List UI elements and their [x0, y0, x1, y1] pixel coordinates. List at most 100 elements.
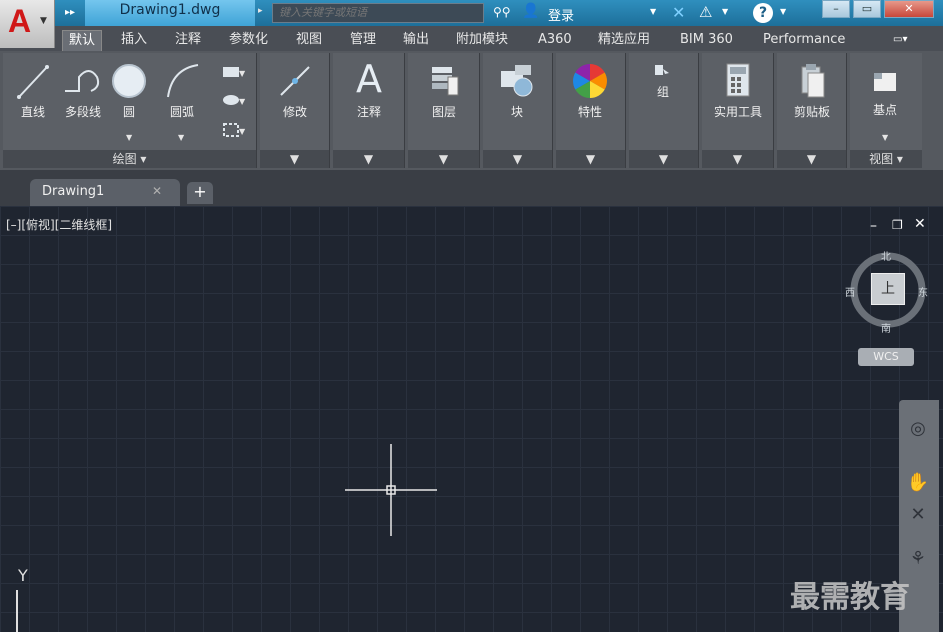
drawing-canvas[interactable]: [–][俯视][二维线框] – ❐ ✕ 北 西 东 南 上 WCS ◎ ✋ ✕ … [0, 206, 943, 632]
utilities-label: 实用工具 [713, 105, 762, 119]
exchange-apps-icon[interactable]: ✕ [672, 3, 685, 22]
utilities-panel-footer[interactable]: ▼ [702, 150, 773, 168]
tab-annotate[interactable]: 注释 [169, 30, 207, 51]
annotation-label: 注释 [356, 105, 381, 119]
modify-tool[interactable]: 修改 [270, 61, 320, 120]
clipboard-panel[interactable]: 剪贴板 ▼ [777, 53, 847, 168]
quick-access-more-icon[interactable]: ▸▸ [58, 4, 82, 22]
a360-chevron-down-icon[interactable]: ▼ [722, 7, 728, 16]
annotation-panel[interactable]: A 注释 ▼ [333, 53, 405, 168]
user-icon[interactable]: 👤 [522, 3, 539, 21]
viewcube-south[interactable]: 南 [881, 320, 891, 335]
circle-tool[interactable]: 圆 ▼ [107, 61, 151, 142]
clipboard-panel-footer[interactable]: ▼ [777, 150, 846, 168]
base-point-label: 基点 [872, 103, 897, 117]
annotation-panel-footer[interactable]: ▼ [333, 150, 404, 168]
groups-panel[interactable]: 组 ▼ [629, 53, 699, 168]
properties-panel[interactable]: 特性 ▼ [556, 53, 626, 168]
tab-performance[interactable]: Performance [757, 30, 851, 51]
base-point-tool[interactable]: 基点 ▼ [856, 65, 914, 142]
viewcube-top-face[interactable]: 上 [871, 273, 905, 305]
block-panel[interactable]: 块 ▼ [483, 53, 553, 168]
viewport-controls-label[interactable]: [–][俯视][二维线框] [6, 216, 112, 233]
boundary-chevron-down-icon[interactable]: ▼ [239, 127, 245, 136]
viewcube-west[interactable]: 西 [845, 284, 855, 299]
hatch-chevron-down-icon[interactable]: ▼ [239, 97, 245, 106]
circle-chevron-down-icon[interactable]: ▼ [126, 133, 132, 142]
tab-parametric[interactable]: 参数化 [223, 30, 274, 51]
layers-tool[interactable]: 图层 [418, 61, 470, 120]
properties-tool[interactable]: 特性 [564, 61, 616, 120]
tab-output[interactable]: 输出 [397, 30, 435, 51]
groups-tool[interactable]: 组 [637, 61, 689, 100]
boundary-tool[interactable]: ▼ [211, 121, 251, 142]
draw-panel: 直线 多段线 圆 ▼ 圆弧 ▼ ▼ ▼ ▼ 绘图 ▾ [3, 53, 257, 168]
layers-panel-footer[interactable]: ▼ [408, 150, 479, 168]
new-drawing-tab-button[interactable]: + [187, 182, 213, 204]
rectangle-icon [223, 67, 239, 77]
viewcube-east[interactable]: 东 [918, 284, 928, 299]
block-label: 块 [510, 105, 523, 119]
file-tab-strip: Drawing1 ✕ + [0, 170, 943, 206]
arc-chevron-down-icon[interactable]: ▼ [178, 133, 184, 142]
login-chevron-down-icon[interactable]: ▼ [650, 7, 656, 16]
move-icon [280, 66, 310, 96]
polyline-icon [65, 70, 100, 92]
help-chevron-down-icon[interactable]: ▼ [780, 7, 786, 16]
viewport-restore-icon[interactable]: ❐ [892, 218, 903, 232]
arc-tool[interactable]: 圆弧 ▼ [157, 61, 207, 142]
tab-bim360[interactable]: BIM 360 [674, 30, 739, 51]
utilities-tool[interactable]: 实用工具 [706, 61, 770, 120]
ucs-y-axis-label: Y [18, 566, 28, 585]
tab-insert[interactable]: 插入 [115, 30, 153, 51]
line-label: 直线 [20, 105, 45, 119]
login-button[interactable]: 登录 [548, 5, 574, 24]
wcs-menu-button[interactable]: WCS [858, 348, 914, 366]
tab-addins[interactable]: 附加模块 [450, 30, 514, 51]
tab-featured-apps[interactable]: 精选应用 [592, 30, 656, 51]
viewport-close-icon[interactable]: ✕ [914, 216, 926, 232]
modify-panel-footer[interactable]: ▼ [260, 150, 329, 168]
help-icon[interactable]: ? [753, 3, 773, 23]
maximize-button[interactable]: ▭ [853, 0, 881, 18]
minimize-button[interactable]: – [822, 0, 850, 18]
line-tool[interactable]: 直线 [11, 61, 55, 120]
hatch-tool[interactable]: ▼ [211, 93, 251, 110]
modify-panel[interactable]: 修改 ▼ [260, 53, 330, 168]
tab-view[interactable]: 视图 [290, 30, 328, 51]
clipboard-tool[interactable]: 剪贴板 [781, 61, 843, 120]
watermark-text: 最需教育 [790, 580, 910, 615]
layers-panel[interactable]: 图层 ▼ [408, 53, 480, 168]
draw-panel-footer[interactable]: 绘图 ▾ [3, 150, 256, 168]
group-icon [655, 65, 669, 75]
viewport-minimize-icon[interactable]: – [870, 218, 877, 234]
viewcube-north[interactable]: 北 [881, 248, 891, 263]
tab-default[interactable]: 默认 [62, 30, 103, 51]
utilities-panel[interactable]: 实用工具 ▼ [702, 53, 774, 168]
search-expand-icon[interactable]: ▸ [258, 6, 263, 16]
annotation-tool[interactable]: A 注释 [343, 57, 395, 120]
view-panel[interactable]: 基点 ▼ 视图 ▾ [850, 53, 922, 168]
tab-manage[interactable]: 管理 [344, 30, 382, 51]
close-button[interactable]: ✕ [884, 0, 934, 18]
steering-wheel-icon[interactable]: ◎ [903, 418, 933, 439]
search-input[interactable] [272, 3, 484, 23]
properties-panel-footer[interactable]: ▼ [556, 150, 625, 168]
base-point-chevron-down-icon[interactable]: ▼ [882, 133, 888, 142]
application-menu-button[interactable]: A ▼ [0, 0, 55, 48]
polyline-tool[interactable]: 多段线 [55, 61, 111, 120]
pan-hand-icon[interactable]: ✋ [903, 472, 933, 493]
view-panel-footer[interactable]: 视图 ▾ [850, 150, 922, 168]
block-tool[interactable]: 块 [491, 61, 543, 120]
binoculars-icon[interactable]: ⚲⚲ [493, 5, 513, 21]
block-panel-footer[interactable]: ▼ [483, 150, 552, 168]
rectangle-chevron-down-icon[interactable]: ▼ [239, 69, 245, 78]
orbit-icon[interactable]: ⚘ [903, 548, 933, 569]
rectangle-tool[interactable]: ▼ [211, 65, 251, 82]
file-tab-close-icon[interactable]: ✕ [152, 184, 162, 198]
ribbon-options-icon[interactable]: ▭▾ [893, 34, 919, 46]
groups-panel-footer[interactable]: ▼ [629, 150, 698, 168]
tab-a360[interactable]: A360 [532, 30, 578, 51]
a360-icon[interactable]: ⚠ [699, 3, 712, 21]
zoom-extents-icon[interactable]: ✕ [903, 504, 933, 525]
